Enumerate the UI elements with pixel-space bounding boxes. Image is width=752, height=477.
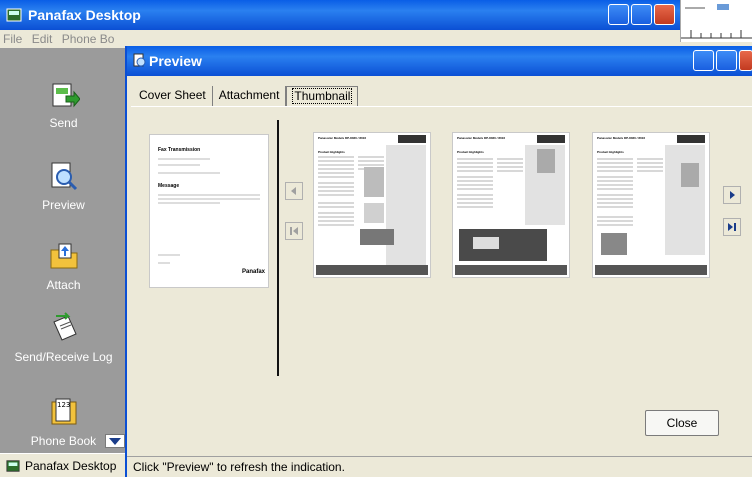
- preview-title-bar[interactable]: Preview: [127, 46, 752, 76]
- tab-thumbnail[interactable]: Thumbnail: [286, 86, 359, 106]
- chevron-right-icon: [730, 191, 735, 199]
- main-title-text: Panafax Desktop: [28, 7, 141, 23]
- page-header: Panasonic Models DP-8020 / 8016: [597, 136, 646, 140]
- log-book-icon: [52, 312, 77, 341]
- ruler-marks: [681, 4, 752, 39]
- sidebar-item-label: Attach: [46, 278, 81, 292]
- sidebar-item-attach[interactable]: Attach: [0, 240, 127, 292]
- first-page-icon: [290, 227, 298, 235]
- status-bar: Click "Preview" to refresh the indicatio…: [127, 456, 752, 477]
- tab-cover-sheet[interactable]: Cover Sheet: [133, 86, 213, 106]
- page-thumbnail-3[interactable]: Panasonic Models DP-8020 / 8016 Product …: [592, 132, 710, 278]
- sidebar-item-preview[interactable]: Preview: [0, 160, 127, 212]
- page-header: Panasonic Models DP-8020 / 8016: [318, 136, 367, 140]
- cover-message-heading: Message: [158, 183, 180, 189]
- minimize-button[interactable]: [608, 4, 629, 25]
- thumbnail-divider: [277, 120, 279, 376]
- chevron-left-icon: [291, 187, 296, 195]
- send-icon: [52, 83, 80, 108]
- status-text: Click "Preview" to refresh the indicatio…: [133, 460, 345, 474]
- page-content-graphic: [316, 135, 428, 275]
- cover-sheet-thumbnail[interactable]: Fax Transmission Message Panafax: [149, 134, 269, 288]
- page-section: Product Highlights: [597, 150, 624, 154]
- preview-dialog: Preview Cover Sheet Attachment Thumbnail…: [125, 46, 752, 477]
- page-thumbnail-1[interactable]: Panasonic Models DP-8020 / 8016 Product …: [313, 132, 431, 278]
- menu-edit[interactable]: Edit: [32, 32, 53, 46]
- chevron-down-icon: [109, 438, 121, 445]
- page-header: Panasonic Models DP-8020 / 8016: [457, 136, 506, 140]
- phone-book-icon: 123: [51, 398, 76, 425]
- ruler: [680, 0, 752, 42]
- preview-minimize-button[interactable]: [693, 50, 714, 71]
- folder-attach-icon: [50, 243, 77, 269]
- sidebar-item-label: Send/Receive Log: [14, 350, 113, 364]
- next-page-button[interactable]: [723, 186, 741, 204]
- main-title-bar[interactable]: Panafax Desktop: [0, 0, 690, 30]
- menu-file[interactable]: File: [3, 32, 22, 46]
- svg-text:123: 123: [57, 401, 70, 409]
- last-page-button[interactable]: [723, 218, 741, 236]
- close-button[interactable]: Close: [645, 410, 719, 436]
- sidebar-item-send[interactable]: Send: [0, 78, 127, 130]
- previous-page-button[interactable]: [285, 182, 303, 200]
- magnifier-document-icon: [51, 162, 77, 191]
- menu-bar: File Edit Phone Bo: [0, 30, 130, 48]
- taskbar-label: Panafax Desktop: [25, 458, 117, 473]
- first-page-button[interactable]: [285, 222, 303, 240]
- sidebar: Send Preview Attach Send/Receive Log 123…: [0, 48, 127, 453]
- close-window-button[interactable]: [654, 4, 675, 25]
- page-content-graphic: [455, 135, 567, 275]
- maximize-button[interactable]: [631, 4, 652, 25]
- preview-maximize-button[interactable]: [716, 50, 737, 71]
- last-page-icon: [728, 223, 736, 231]
- sidebar-item-label: Phone Book: [30, 434, 97, 448]
- preview-icon: [133, 53, 146, 67]
- menu-phonebook[interactable]: Phone Bo: [62, 32, 115, 46]
- preview-title-text: Preview: [149, 53, 202, 69]
- page-section: Product Highlights: [457, 150, 484, 154]
- panafax-app-icon: [6, 459, 20, 472]
- page-section: Product Highlights: [318, 150, 345, 154]
- close-button-label: Close: [666, 416, 698, 430]
- sidebar-item-label: Preview: [42, 198, 85, 212]
- cover-text-lines: [158, 158, 260, 264]
- sidebar-item-sendreceivelog[interactable]: Send/Receive Log: [0, 312, 127, 364]
- page-content-graphic: [595, 135, 707, 275]
- page-thumbnail-2[interactable]: Panasonic Models DP-8020 / 8016 Product …: [452, 132, 570, 278]
- sidebar-scroll-down-button[interactable]: [105, 434, 125, 448]
- panafax-app-icon: [6, 8, 22, 22]
- preview-tabs: Cover Sheet Attachment Thumbnail: [133, 86, 359, 106]
- panafax-logo: Panafax: [242, 269, 266, 275]
- tab-attachment[interactable]: Attachment: [213, 86, 287, 106]
- preview-close-window-button[interactable]: [739, 50, 752, 71]
- taskbar-item[interactable]: Panafax Desktop: [0, 453, 130, 477]
- sidebar-item-label: Send: [49, 116, 78, 130]
- tab-thumbnail-label: Thumbnail: [292, 88, 353, 104]
